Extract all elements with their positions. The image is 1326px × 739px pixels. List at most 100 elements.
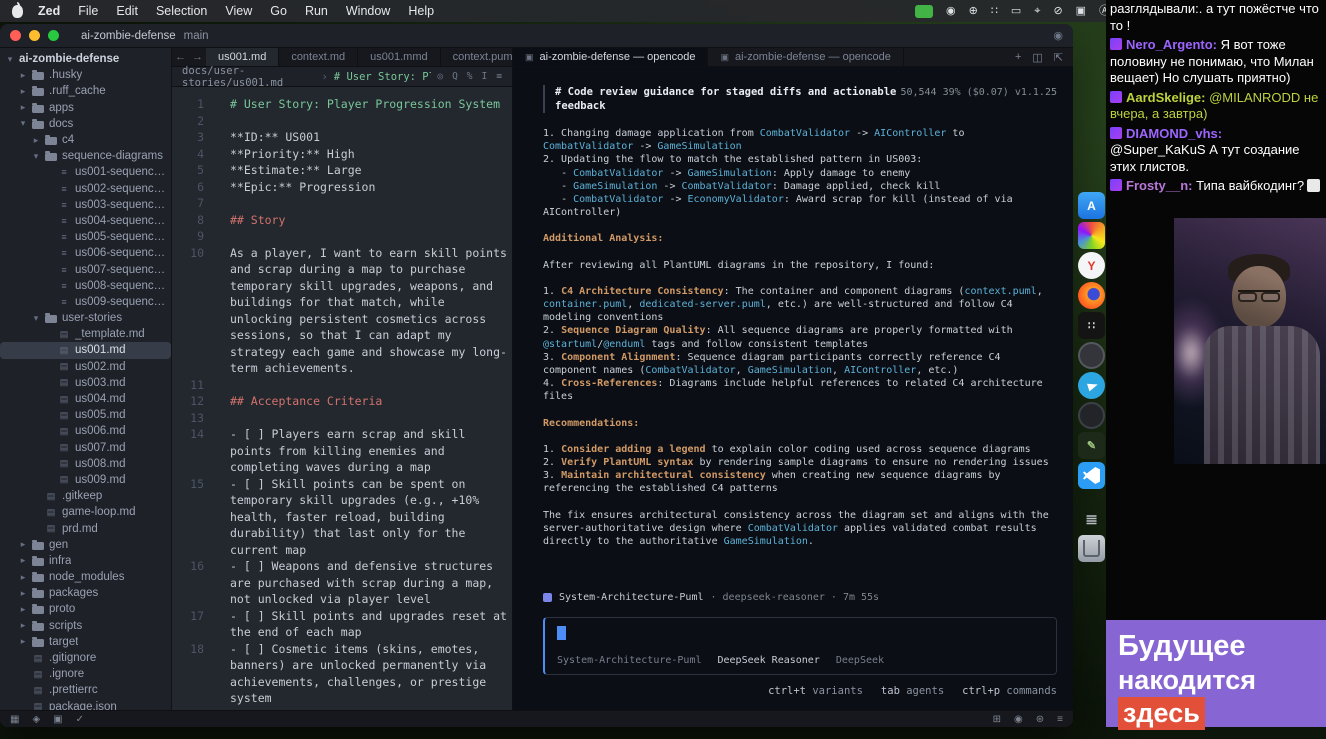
- menu-file[interactable]: File: [69, 4, 107, 18]
- split-icon[interactable]: ⊞: [993, 714, 1001, 725]
- breadcrumb-symbol[interactable]: # User Story: Playe: [334, 71, 432, 83]
- tree-item-node_modules[interactable]: ▸ node_modules: [0, 569, 171, 585]
- tree-item-target[interactable]: ▸ target: [0, 634, 171, 650]
- vscode-icon[interactable]: [1078, 462, 1105, 489]
- diagnostics-icon[interactable]: ✓: [76, 714, 84, 725]
- project-menu-button[interactable]: ai-zombie-defense: [81, 30, 176, 42]
- mouse-icon[interactable]: ⌖: [1034, 0, 1040, 22]
- markdown-editor[interactable]: 1 # User Story: Player Progression System…: [172, 87, 512, 710]
- firefox-icon[interactable]: [1078, 282, 1105, 309]
- notes-app-icon[interactable]: ✎: [1078, 432, 1105, 459]
- chat-username[interactable]: Nero_Argento:: [1126, 37, 1221, 52]
- tree-item-us006-sequence.puml[interactable]: ≡ us006-sequence.puml: [0, 245, 171, 261]
- menu-window[interactable]: Window: [337, 4, 399, 18]
- tree-item-packages[interactable]: ▸ packages: [0, 585, 171, 601]
- terminal-icon[interactable]: ▣: [53, 714, 62, 725]
- tab-ai-zombie-defense-—-opencode[interactable]: ▣ ai-zombie-defense — opencode: [513, 48, 709, 66]
- dark-circle-app-icon[interactable]: [1078, 402, 1105, 429]
- menu-view[interactable]: View: [216, 4, 261, 18]
- menu-icon[interactable]: ≡: [1057, 714, 1063, 725]
- tree-item-infra[interactable]: ▸ infra: [0, 553, 171, 569]
- tree-item-_template.md[interactable]: ▤ _template.md: [0, 326, 171, 342]
- recorder-app-icon[interactable]: [1078, 342, 1105, 369]
- editor-line[interactable]: 15 - [ ] Skill points can be spent on tem…: [172, 476, 512, 559]
- editor-line[interactable]: 18 - [ ] Cosmetic items (skins, emotes, b…: [172, 641, 512, 707]
- trash-icon[interactable]: [1078, 535, 1105, 562]
- editor-line[interactable]: 13: [172, 410, 512, 427]
- tree-item-proto[interactable]: ▸ proto: [0, 601, 171, 617]
- menu-icon[interactable]: ≡: [496, 71, 502, 82]
- screen-record-icon[interactable]: ◉: [946, 0, 956, 22]
- tree-item-us005.md[interactable]: ▤ us005.md: [0, 407, 171, 423]
- tree-item-gen[interactable]: ▸ gen: [0, 537, 171, 553]
- editor-line[interactable]: 10 As a player, I want to earn skill poin…: [172, 245, 512, 377]
- tab-us001.mmd[interactable]: us001.mmd: [358, 48, 441, 66]
- tab-us001.md[interactable]: us001.md: [206, 48, 280, 66]
- menu-go[interactable]: Go: [261, 4, 296, 18]
- eye-icon[interactable]: ◎: [437, 71, 443, 82]
- editor-line[interactable]: 6 **Epic:** Progression: [172, 179, 512, 196]
- tree-item-us009-sequence.puml[interactable]: ≡ us009-sequence.puml: [0, 294, 171, 310]
- menu-selection[interactable]: Selection: [147, 4, 216, 18]
- tree-item-.ignore[interactable]: ▤ .ignore: [0, 666, 171, 682]
- tree-item-sequence-diagrams[interactable]: ▾ sequence-diagrams: [0, 148, 171, 164]
- cursor-icon[interactable]: I: [482, 71, 488, 82]
- apple-menu-icon[interactable]: [12, 1, 23, 18]
- tree-item-us008.md[interactable]: ▤ us008.md: [0, 456, 171, 472]
- tree-item-us002.md[interactable]: ▤ us002.md: [0, 359, 171, 375]
- minimize-window-button[interactable]: [29, 30, 40, 41]
- mute-icon[interactable]: ⊘: [1053, 0, 1062, 22]
- breadcrumb-path[interactable]: docs/user-stories/us001.md: [182, 65, 315, 89]
- tree-item-us008-sequence.puml[interactable]: ≡ us008-sequence.puml: [0, 278, 171, 294]
- tree-item-.gitignore[interactable]: ▤ .gitignore: [0, 650, 171, 666]
- tree-item-.ruff_cache[interactable]: ▸ .ruff_cache: [0, 83, 171, 99]
- utility-app-icon[interactable]: ∷: [1078, 312, 1105, 339]
- editor-line[interactable]: 16 - [ ] Weapons and defensive structures…: [172, 558, 512, 608]
- chat-username[interactable]: Frosty__n:: [1126, 178, 1196, 193]
- collab-icon[interactable]: ◉: [1053, 29, 1063, 42]
- tree-item-us002-sequence.puml[interactable]: ≡ us002-sequence.puml: [0, 181, 171, 197]
- zoom-pane-button[interactable]: ⇱: [1054, 51, 1063, 64]
- editor-line[interactable]: 9: [172, 228, 512, 245]
- tree-item-us005-sequence.puml[interactable]: ≡ us005-sequence.puml: [0, 229, 171, 245]
- display-icon[interactable]: ▭: [1011, 0, 1021, 22]
- percent-icon[interactable]: %: [467, 71, 473, 82]
- tree-item-ai-zombie-defense[interactable]: ▾ ai-zombie-defense: [0, 51, 171, 67]
- editor-line[interactable]: 17 - [ ] Skill points and upgrades reset …: [172, 608, 512, 641]
- tree-item-.prettierrc[interactable]: ▤ .prettierrc: [0, 682, 171, 698]
- telegram-icon[interactable]: [1078, 372, 1105, 399]
- dots-grid-icon[interactable]: ∷: [991, 0, 998, 22]
- fullscreen-window-button[interactable]: [48, 30, 59, 41]
- chat-username[interactable]: AardSkelige:: [1126, 90, 1209, 105]
- copilot-icon[interactable]: ⊛: [1036, 714, 1044, 725]
- editor-line[interactable]: 1 # User Story: Player Progression System: [172, 96, 512, 113]
- new-tab-button[interactable]: +: [1015, 51, 1021, 63]
- chat-username[interactable]: DIAMOND_vhs:: [1126, 126, 1222, 141]
- editor-line[interactable]: 5 **Estimate:** Large: [172, 162, 512, 179]
- agent-selector[interactable]: System-Architecture-Puml: [557, 654, 702, 667]
- tree-item-us003.md[interactable]: ▤ us003.md: [0, 375, 171, 391]
- tab-ai-zombie-defense-—-opencode[interactable]: ▣ ai-zombie-defense — opencode: [708, 48, 904, 66]
- prompt-input[interactable]: System-Architecture-Puml DeepSeek Reason…: [543, 616, 1057, 675]
- split-pane-button[interactable]: ◫: [1032, 51, 1042, 64]
- editor-line[interactable]: 3 **ID:** US001: [172, 129, 512, 146]
- yandex-browser-icon[interactable]: Y: [1078, 252, 1105, 279]
- assistant-icon[interactable]: ◉: [1014, 714, 1023, 725]
- nav-back-button[interactable]: ←: [172, 48, 189, 66]
- tree-item-.gitkeep[interactable]: ▤ .gitkeep: [0, 488, 171, 504]
- tree-item-docs[interactable]: ▾ docs: [0, 116, 171, 132]
- tree-item-us006.md[interactable]: ▤ us006.md: [0, 423, 171, 439]
- editor-line[interactable]: 2: [172, 113, 512, 130]
- menu-zed[interactable]: Zed: [29, 4, 69, 18]
- tree-item-game-loop.md[interactable]: ▤ game-loop.md: [0, 504, 171, 520]
- tree-item-c4[interactable]: ▸ c4: [0, 132, 171, 148]
- tree-item-user-stories[interactable]: ▾ user-stories: [0, 310, 171, 326]
- menu-run[interactable]: Run: [296, 4, 337, 18]
- tab-context.md[interactable]: context.md: [279, 48, 359, 66]
- editor-line[interactable]: 4 **Priority:** High: [172, 146, 512, 163]
- tree-item-.husky[interactable]: ▸ .husky: [0, 67, 171, 83]
- editor-line[interactable]: 14 - [ ] Players earn scrap and skill poi…: [172, 426, 512, 476]
- tree-item-us001-sequence.puml[interactable]: ≡ us001-sequence.puml: [0, 164, 171, 180]
- tree-item-us007.md[interactable]: ▤ us007.md: [0, 440, 171, 456]
- stacks-icon[interactable]: ≣: [1078, 505, 1105, 532]
